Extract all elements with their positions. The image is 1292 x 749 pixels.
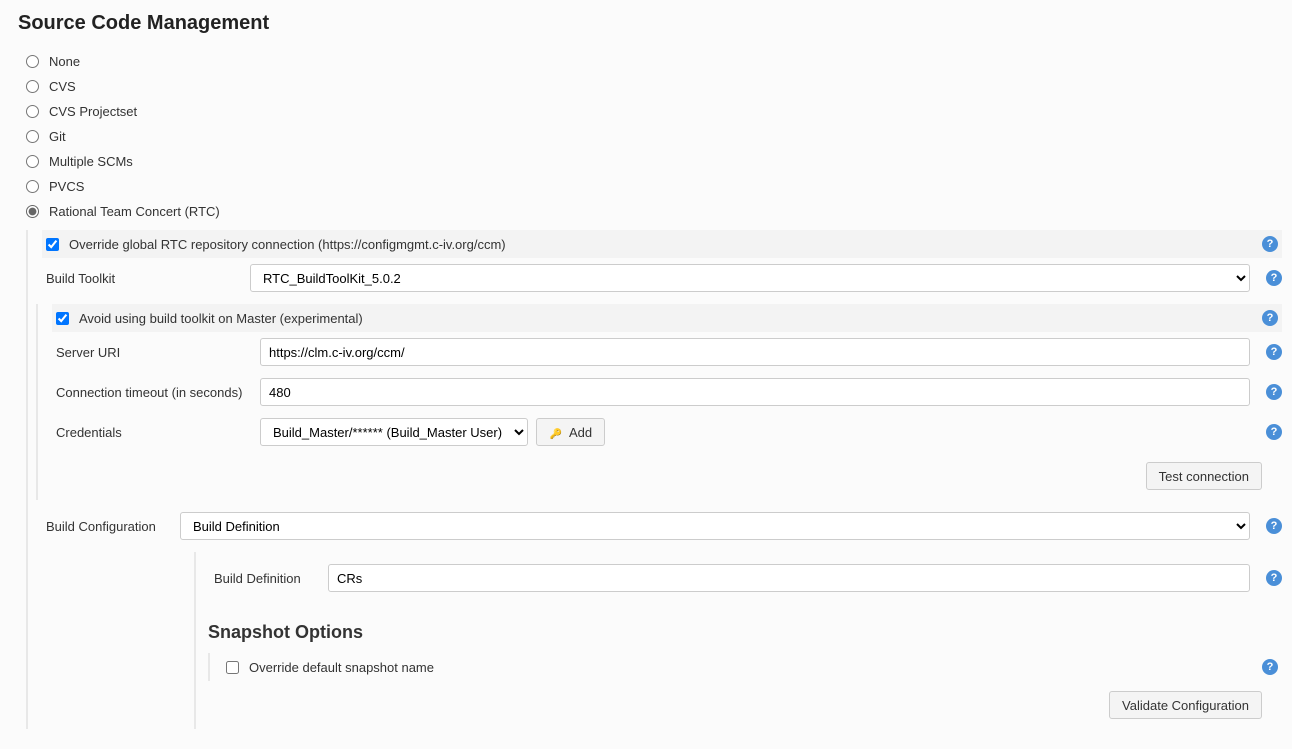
help-icon[interactable]: ? — [1266, 384, 1282, 400]
radio-label: None — [49, 54, 80, 69]
build-toolkit-row: Build Toolkit RTC_BuildToolKit_5.0.2 ? — [42, 258, 1282, 298]
scm-option-cvs[interactable]: CVS — [26, 74, 1282, 99]
build-definition-row: Build Definition ? — [210, 558, 1282, 598]
help-icon[interactable]: ? — [1266, 270, 1282, 286]
credentials-label: Credentials — [52, 425, 252, 440]
key-icon — [549, 427, 563, 437]
override-connection-row: Override global RTC repository connectio… — [42, 230, 1282, 258]
credentials-select[interactable]: Build_Master/****** (Build_Master User) — [260, 418, 528, 446]
help-icon[interactable]: ? — [1262, 236, 1278, 252]
credentials-row: Credentials Build_Master/****** (Build_M… — [52, 412, 1282, 452]
radio-git[interactable] — [26, 130, 39, 143]
build-config-select[interactable]: Build Definition — [180, 512, 1250, 540]
page-title: Source Code Management — [18, 12, 1282, 35]
radio-label: Git — [49, 129, 66, 144]
radio-label: CVS Projectset — [49, 104, 137, 119]
build-definition-block: Build Definition ? Snapshot Options Over… — [194, 552, 1282, 729]
server-uri-row: Server URI ? — [52, 332, 1282, 372]
snapshot-options-title: Snapshot Options — [208, 622, 1282, 643]
radio-label: Multiple SCMs — [49, 154, 133, 169]
build-definition-input[interactable] — [328, 564, 1250, 592]
validate-configuration-button[interactable]: Validate Configuration — [1109, 691, 1262, 719]
validate-row: Validate Configuration — [196, 681, 1282, 729]
radio-rtc[interactable] — [26, 205, 39, 218]
scm-option-cvs-projectset[interactable]: CVS Projectset — [26, 99, 1282, 124]
avoid-toolkit-row: Avoid using build toolkit on Master (exp… — [52, 304, 1282, 332]
add-button-label: Add — [569, 425, 592, 440]
help-icon[interactable]: ? — [1266, 518, 1282, 534]
radio-cvs-projectset[interactable] — [26, 105, 39, 118]
help-icon[interactable]: ? — [1266, 344, 1282, 360]
override-snapshot-checkbox[interactable] — [226, 661, 239, 674]
scm-option-rtc[interactable]: Rational Team Concert (RTC) — [26, 199, 1282, 224]
build-toolkit-label: Build Toolkit — [42, 271, 242, 286]
override-snapshot-row: Override default snapshot name ? — [222, 653, 1282, 681]
help-icon[interactable]: ? — [1266, 570, 1282, 586]
build-definition-label: Build Definition — [210, 571, 320, 586]
build-config-label: Build Configuration — [42, 519, 172, 534]
test-connection-row: Test connection — [52, 452, 1282, 500]
scm-option-git[interactable]: Git — [26, 124, 1282, 149]
add-credentials-button[interactable]: Add — [536, 418, 605, 446]
timeout-input[interactable] — [260, 378, 1250, 406]
avoid-toolkit-checkbox[interactable] — [56, 312, 69, 325]
timeout-label: Connection timeout (in seconds) — [52, 385, 252, 400]
server-uri-input[interactable] — [260, 338, 1250, 366]
help-icon[interactable]: ? — [1262, 310, 1278, 326]
override-connection-checkbox[interactable] — [46, 238, 59, 251]
validate-button-label: Validate Configuration — [1122, 698, 1249, 713]
radio-multiple-scms[interactable] — [26, 155, 39, 168]
scm-option-pvcs[interactable]: PVCS — [26, 174, 1282, 199]
scm-option-multiple-scms[interactable]: Multiple SCMs — [26, 149, 1282, 174]
radio-label: Rational Team Concert (RTC) — [49, 204, 220, 219]
help-icon[interactable]: ? — [1266, 424, 1282, 440]
avoid-toolkit-block: Avoid using build toolkit on Master (exp… — [36, 304, 1282, 500]
server-uri-label: Server URI — [52, 345, 252, 360]
test-connection-button[interactable]: Test connection — [1146, 462, 1262, 490]
test-connection-label: Test connection — [1159, 469, 1249, 484]
rtc-config-block: Override global RTC repository connectio… — [26, 230, 1282, 729]
override-connection-label: Override global RTC repository connectio… — [69, 237, 1254, 252]
snapshot-options-block: Override default snapshot name ? — [208, 653, 1282, 681]
radio-none[interactable] — [26, 55, 39, 68]
radio-label: PVCS — [49, 179, 84, 194]
override-snapshot-label: Override default snapshot name — [249, 660, 1254, 675]
build-toolkit-select[interactable]: RTC_BuildToolKit_5.0.2 — [250, 264, 1250, 292]
radio-cvs[interactable] — [26, 80, 39, 93]
timeout-row: Connection timeout (in seconds) ? — [52, 372, 1282, 412]
avoid-toolkit-label: Avoid using build toolkit on Master (exp… — [79, 311, 1254, 326]
help-icon[interactable]: ? — [1262, 659, 1278, 675]
radio-label: CVS — [49, 79, 76, 94]
radio-pvcs[interactable] — [26, 180, 39, 193]
build-config-row: Build Configuration Build Definition ? — [42, 506, 1282, 546]
scm-option-none[interactable]: None — [26, 49, 1282, 74]
scm-radio-group: None CVS CVS Projectset Git Multiple SCM… — [18, 49, 1282, 224]
